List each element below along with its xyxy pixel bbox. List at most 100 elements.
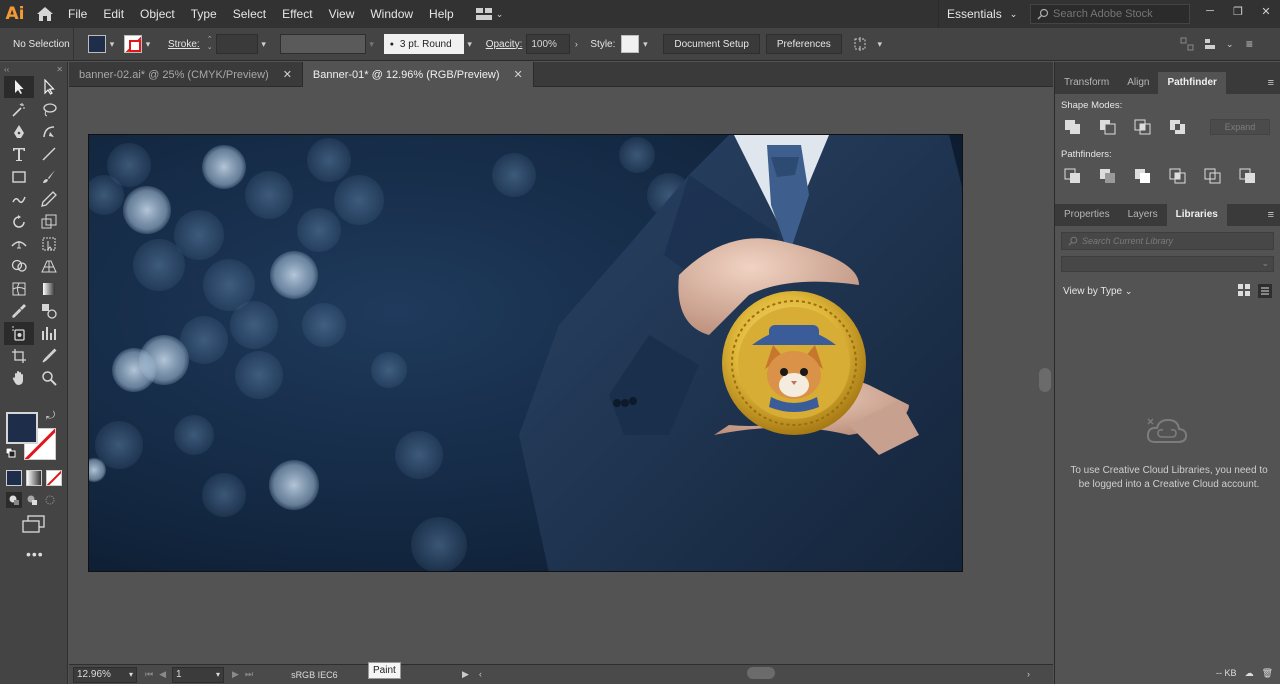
scroll-right-end-icon[interactable]: › [1027,669,1030,679]
scale-tool-icon[interactable] [34,210,64,232]
zoom-level-field[interactable]: 12.96% ▾ [73,666,137,683]
tab-libraries[interactable]: Libraries [1166,204,1227,226]
divide-icon[interactable] [1064,168,1082,184]
list-view-icon[interactable] [1258,284,1272,298]
dock-grip[interactable] [1055,62,1280,72]
pen-tool-icon[interactable] [4,121,34,143]
column-graph-tool-icon[interactable] [34,322,64,344]
draw-inside-icon[interactable] [42,492,58,508]
close-icon[interactable]: ✕ [514,68,523,81]
opacity-field[interactable]: 100% [526,34,571,54]
menu-type[interactable]: Type [183,0,225,28]
rotate-tool-icon[interactable] [4,210,34,232]
brush-definition[interactable]: ● 3 pt. Round [383,34,464,54]
stock-search-input[interactable] [1053,8,1183,20]
tab-layers[interactable]: Layers [1119,204,1167,226]
arrange-panel-icon[interactable] [1204,35,1224,53]
menu-object[interactable]: Object [132,0,183,28]
outline-icon[interactable] [1204,168,1222,184]
artboard-banner[interactable] [88,134,963,572]
minus-back-icon[interactable] [1239,168,1257,184]
tab-pathfinder[interactable]: Pathfinder [1158,72,1226,94]
default-colors-icon[interactable] [6,448,16,458]
align-icon[interactable] [1180,35,1200,53]
trash-icon[interactable]: 🗑 [1262,668,1273,679]
vertical-scroll-thumb[interactable] [1039,368,1051,392]
screen-mode-icon[interactable] [22,515,46,533]
hand-tool-icon[interactable] [4,367,34,389]
menu-window[interactable]: Window [362,0,421,28]
document-setup-button[interactable]: Document Setup [663,34,760,54]
fill-color-box[interactable] [6,412,38,444]
perspective-grid-tool-icon[interactable] [34,255,64,277]
magic-wand-tool-icon[interactable] [4,98,34,120]
shaper-tool-icon[interactable] [4,188,34,210]
preferences-button[interactable]: Preferences [765,34,842,54]
unite-icon[interactable] [1064,119,1082,135]
gradient-icon[interactable] [26,470,42,486]
transform-icon[interactable] [852,35,874,53]
menu-view[interactable]: View [321,0,363,28]
library-search[interactable]: Search Current Library [1061,232,1274,250]
tab-transform[interactable]: Transform [1055,72,1118,94]
lasso-tool-icon[interactable] [34,98,64,120]
panel-menu-icon[interactable]: ≡ [1268,209,1274,221]
chevron-down-icon[interactable]: ▾ [258,39,270,50]
artboard-number-field[interactable]: 1 ▾ [172,666,225,683]
edit-toolbar-icon[interactable]: ••• [26,546,44,562]
scroll-left-icon[interactable]: ‹ [479,669,482,679]
menu-effect[interactable]: Effect [274,0,320,28]
crop-icon[interactable] [1169,168,1187,184]
tab-properties[interactable]: Properties [1055,204,1119,226]
tab-banner-01[interactable]: Banner-01* @ 12.96% (RGB/Preview) ✕ [302,62,534,87]
chevron-down-icon[interactable]: ▾ [874,39,886,50]
blend-tool-icon[interactable] [34,300,64,322]
horizontal-scrollbar[interactable]: ▶ ‹ › [460,664,1038,684]
artboard-nav-next-icon[interactable]: ▶⏭ [232,669,259,680]
color-icon[interactable] [6,470,22,486]
shape-builder-tool-icon[interactable] [4,255,34,277]
menu-help[interactable]: Help [421,0,462,28]
line-segment-tool-icon[interactable] [34,143,64,165]
mesh-tool-icon[interactable] [4,278,34,300]
zoom-tool-icon[interactable] [34,367,64,389]
fill-swatch[interactable] [88,35,106,53]
panel-menu-icon[interactable]: ≡ [1268,77,1274,89]
symbol-sprayer-tool-icon[interactable] [4,322,34,345]
rectangle-tool-icon[interactable] [4,166,34,188]
tab-banner-02[interactable]: banner-02.ai* @ 25% (CMYK/Preview) ✕ [69,62,303,87]
stock-search[interactable] [1030,4,1190,24]
panel-menu-icon[interactable]: ≡ [1246,37,1253,51]
draw-normal-icon[interactable] [6,492,22,508]
library-selector[interactable]: ⌄ [1061,256,1274,272]
direct-selection-tool-icon[interactable] [34,76,64,98]
opacity-label[interactable]: Opacity: [486,39,523,50]
free-transform-tool-icon[interactable] [34,233,64,255]
workspace-switcher[interactable]: Essentials ⌄ [938,0,1025,28]
view-by-dropdown[interactable]: View by Type ⌄ [1063,286,1132,297]
chevron-down-icon[interactable]: ▾ [464,39,476,50]
home-icon[interactable] [30,0,60,28]
curvature-tool-icon[interactable] [34,121,64,143]
exclude-icon[interactable] [1169,119,1187,135]
graphic-style-swatch[interactable] [621,35,640,53]
chevron-down-icon[interactable]: ▾ [142,39,154,50]
chevron-down-icon[interactable]: ⌄ [1224,39,1236,50]
menu-select[interactable]: Select [225,0,274,28]
menu-file[interactable]: File [60,0,95,28]
grid-view-icon[interactable] [1238,284,1250,296]
chevron-down-icon[interactable]: ▾ [639,39,651,50]
chevron-down-icon[interactable]: ▾ [106,39,118,50]
swap-fill-stroke-icon[interactable]: ⤾ [46,410,55,423]
stroke-stepper[interactable]: ⌃ ⌄ [204,34,216,54]
canvas[interactable] [69,88,1037,664]
minus-front-icon[interactable] [1099,119,1117,135]
restore-icon[interactable]: ❐ [1224,0,1252,22]
artboard-nav-prev-icon[interactable]: ⏮◀ [145,669,172,680]
variable-width-dropdown[interactable] [279,34,366,54]
tools-grip[interactable]: ‹‹ ✕ [0,62,67,76]
eyedropper-tool-icon[interactable] [4,300,34,322]
horizontal-scroll-thumb[interactable] [747,667,775,679]
stroke-label[interactable]: Stroke: [168,39,200,50]
chevron-right-icon[interactable]: › [570,39,582,49]
